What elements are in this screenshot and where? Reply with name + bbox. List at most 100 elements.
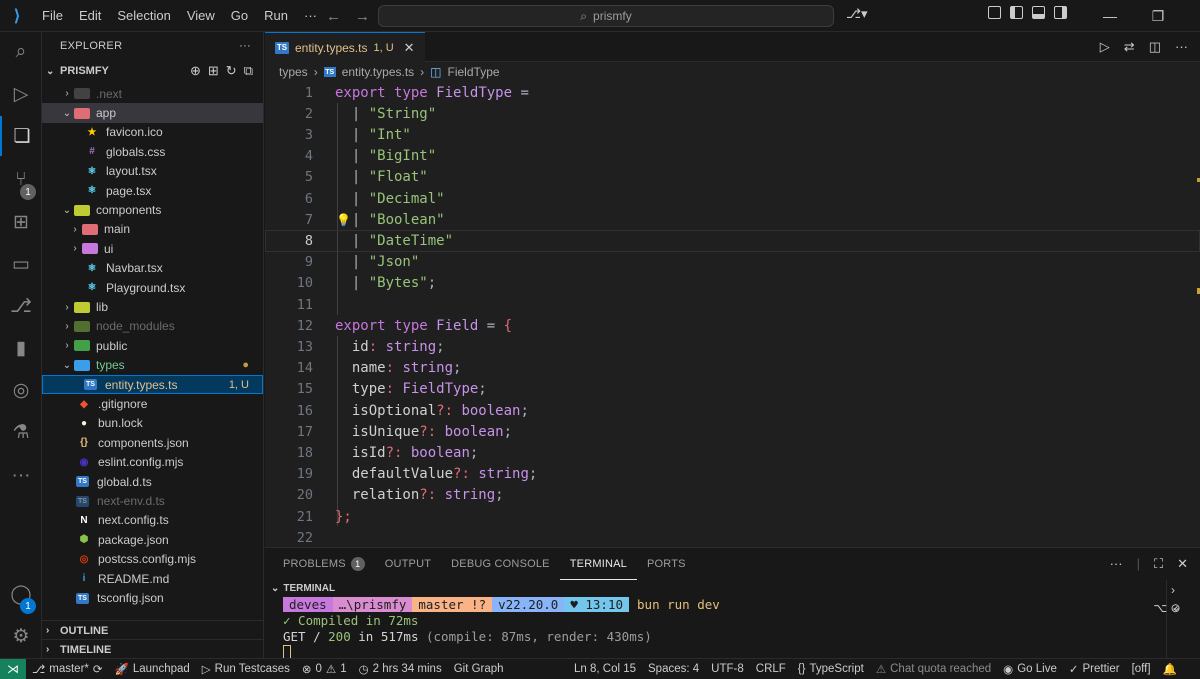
gitlens-icon[interactable]: ◎ bbox=[0, 370, 42, 410]
tree-file[interactable]: {} components.json bbox=[42, 433, 263, 452]
copilot-status[interactable]: ⚠ Chat quota reached bbox=[870, 662, 997, 676]
tree-folder[interactable]: ⌄ app bbox=[42, 103, 263, 123]
tab-debug-console[interactable]: DEBUG CONSOLE bbox=[441, 548, 560, 580]
tree-file[interactable]: ⚛ Playground.tsx bbox=[42, 278, 263, 297]
tab-terminal[interactable]: TERMINAL bbox=[559, 548, 637, 580]
tab-output[interactable]: OUTPUT bbox=[375, 548, 441, 580]
maximize-panel-icon[interactable]: ⛶ bbox=[1154, 556, 1163, 572]
run-testcases-item[interactable]: ▷ Run Testcases bbox=[196, 662, 296, 676]
close-tab-icon[interactable]: ✕ bbox=[404, 40, 415, 56]
charts-icon[interactable]: ▮ bbox=[0, 328, 42, 368]
remote-explorer-icon[interactable]: ▭ bbox=[0, 244, 42, 284]
tab-entity-types[interactable]: TS entity.types.ts 1, U ✕ bbox=[265, 32, 425, 62]
menu-selection[interactable]: Selection bbox=[109, 0, 178, 32]
tree-file[interactable]: ★ favicon.ico bbox=[42, 123, 263, 142]
tree-folder[interactable]: › main bbox=[42, 220, 263, 239]
tree-file[interactable]: ◎ postcss.config.mjs bbox=[42, 550, 263, 569]
new-folder-icon[interactable]: ⊞ bbox=[208, 63, 219, 79]
close-window-icon[interactable]: ✕ bbox=[1182, 8, 1200, 25]
menu-file[interactable]: File bbox=[34, 0, 71, 32]
breadcrumb-symbol[interactable]: FieldType bbox=[448, 65, 500, 79]
menu-more[interactable]: ··· bbox=[296, 0, 325, 32]
tree-folder[interactable]: › node_modules bbox=[42, 317, 263, 336]
command-center-search[interactable]: ⌕ prismfy bbox=[378, 5, 834, 27]
cursor-position[interactable]: Ln 8, Col 15 bbox=[568, 663, 642, 675]
go-live-item[interactable]: ◉ Go Live bbox=[997, 662, 1063, 676]
settings-gear-icon[interactable]: ⚙ bbox=[0, 616, 42, 656]
tree-file[interactable]: TS global.d.ts bbox=[42, 472, 263, 491]
close-panel-icon[interactable]: ✕ bbox=[1177, 556, 1188, 572]
menu-run[interactable]: Run bbox=[256, 0, 296, 32]
menu-edit[interactable]: Edit bbox=[71, 0, 109, 32]
run-file-icon[interactable]: ▷ bbox=[1100, 39, 1110, 55]
chevron-right-icon[interactable]: › bbox=[1171, 583, 1175, 597]
line-ending[interactable]: CRLF bbox=[750, 663, 792, 675]
terminal-instance-icons[interactable]: ⌥ ⊘ bbox=[1137, 601, 1197, 615]
tree-file[interactable]: ⚛ page.tsx bbox=[42, 181, 263, 200]
compare-changes-icon[interactable]: ⇄ bbox=[1124, 39, 1135, 55]
toggle-off-item[interactable]: [off] bbox=[1126, 663, 1157, 675]
account-icon[interactable]: ◯ 1 bbox=[0, 574, 42, 614]
customize-layout-icon[interactable] bbox=[988, 6, 1001, 19]
explorer-files-icon[interactable]: ❏ bbox=[0, 116, 42, 156]
tree-file[interactable]: ⬢ package.json bbox=[42, 530, 263, 549]
prettier-item[interactable]: ✓ Prettier bbox=[1063, 662, 1126, 676]
encoding[interactable]: UTF-8 bbox=[705, 663, 750, 675]
tree-folder[interactable]: ⌄ components bbox=[42, 200, 263, 219]
remote-indicator-icon[interactable]: ⋊ bbox=[0, 658, 26, 679]
code-editor[interactable]: 1 export type FieldType = 2 | "String" 3 | … bbox=[265, 82, 1200, 547]
tree-file[interactable]: Nnext.config.ts bbox=[42, 511, 263, 530]
new-file-icon[interactable]: ⊕ bbox=[190, 63, 201, 79]
tree-file[interactable]: TS entity.types.ts 1, U bbox=[42, 375, 263, 395]
tree-file[interactable]: ● bun.lock bbox=[42, 414, 263, 433]
tree-file[interactable]: # globals.css bbox=[42, 142, 263, 161]
toggle-panel-icon[interactable] bbox=[1032, 6, 1045, 19]
tree-file[interactable]: ⚛ Navbar.tsx bbox=[42, 259, 263, 278]
breadcrumb-folder[interactable]: types bbox=[279, 65, 308, 79]
tree-folder[interactable]: › lib bbox=[42, 297, 263, 316]
tree-file[interactable]: ◆ .gitignore bbox=[42, 394, 263, 413]
tree-file[interactable]: i README.md bbox=[42, 569, 263, 588]
back-arrow-icon[interactable]: ← bbox=[326, 8, 341, 25]
tree-folder[interactable]: › .next bbox=[42, 84, 263, 103]
toggle-sidebar-icon[interactable] bbox=[1010, 6, 1023, 19]
tree-file[interactable]: TS next-env.d.ts bbox=[42, 491, 263, 510]
project-root[interactable]: ⌄ PRISMFY ⊕ ⊞ ↻ ⧉ bbox=[42, 60, 263, 82]
tree-folder[interactable]: ⌄ types ● bbox=[42, 356, 263, 375]
minimize-icon[interactable]: — bbox=[1086, 8, 1134, 24]
indentation[interactable]: Spaces: 4 bbox=[642, 663, 705, 675]
problems-item[interactable]: ⊗ 0 ⚠ 1 bbox=[296, 662, 353, 676]
more-views-icon[interactable]: ··· bbox=[0, 456, 42, 496]
run-debug-icon[interactable]: ▷ bbox=[0, 74, 42, 114]
search-icon[interactable]: ⌕ bbox=[0, 32, 42, 72]
language-mode[interactable]: {} TypeScript bbox=[792, 663, 870, 675]
menu-go[interactable]: Go bbox=[223, 0, 256, 32]
menu-view[interactable]: View bbox=[179, 0, 223, 32]
more-actions-icon[interactable]: ··· bbox=[1175, 39, 1188, 55]
tree-file[interactable]: TS tsconfig.json bbox=[42, 588, 263, 607]
restore-icon[interactable]: ❐ bbox=[1134, 8, 1182, 25]
collapse-all-icon[interactable]: ⧉ bbox=[244, 63, 253, 79]
copilot-icon[interactable]: ⎇▾ bbox=[846, 6, 868, 22]
launchpad-item[interactable]: 🚀 Launchpad bbox=[109, 662, 196, 676]
toggle-secondary-sidebar-icon[interactable] bbox=[1054, 6, 1067, 19]
outline-section[interactable]: › OUTLINE bbox=[42, 620, 263, 640]
breadcrumb-file[interactable]: entity.types.ts bbox=[342, 65, 414, 79]
lightbulb-icon[interactable]: 💡 bbox=[336, 213, 351, 227]
tree-folder[interactable]: › ui bbox=[42, 239, 263, 258]
git-graph-icon[interactable]: ⎇ bbox=[0, 286, 42, 326]
more-actions-icon[interactable]: ··· bbox=[1110, 556, 1123, 572]
terminal-output[interactable]: deves …\prismfy master !? v22.20.0 ♥ 13:10 bu… bbox=[265, 596, 1200, 660]
testing-icon[interactable]: ⚗ bbox=[0, 412, 42, 452]
tab-ports[interactable]: PORTS bbox=[637, 548, 696, 580]
git-graph-item[interactable]: Git Graph bbox=[448, 663, 510, 675]
tree-file[interactable]: ◉ eslint.config.mjs bbox=[42, 453, 263, 472]
source-control-icon[interactable]: ⑂ 1 bbox=[0, 160, 42, 200]
timeline-section[interactable]: › TIMELINE bbox=[42, 639, 263, 659]
wakatime-item[interactable]: ◷ 2 hrs 34 mins bbox=[353, 662, 448, 676]
split-editor-icon[interactable]: ◫ bbox=[1149, 39, 1161, 55]
notifications-bell-icon[interactable]: 🔔 bbox=[1157, 662, 1183, 676]
tree-file[interactable]: ⚛ layout.tsx bbox=[42, 162, 263, 181]
tab-problems[interactable]: PROBLEMS 1 bbox=[273, 548, 375, 580]
forward-arrow-icon[interactable]: → bbox=[355, 8, 370, 25]
